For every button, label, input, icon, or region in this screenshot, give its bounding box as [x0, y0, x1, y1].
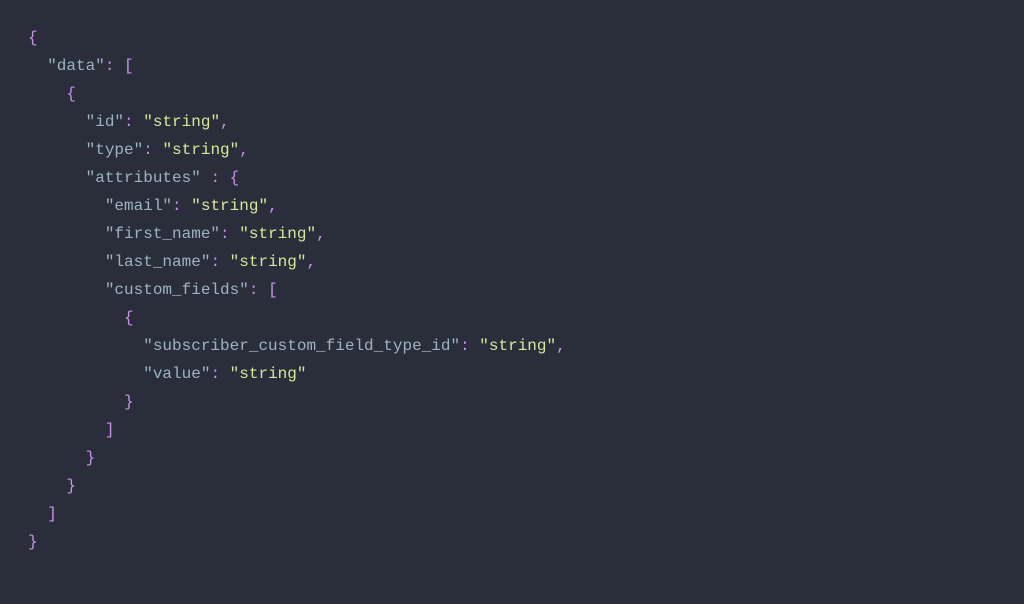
code-token: [201, 169, 211, 187]
code-token: {: [28, 29, 38, 47]
code-token: [28, 477, 66, 495]
code-token: :: [210, 169, 220, 187]
code-token: [28, 57, 47, 75]
code-token: ]: [105, 421, 115, 439]
code-token: ]: [47, 505, 57, 523]
code-token: "id": [86, 113, 124, 131]
code-token: [28, 421, 105, 439]
code-token: "string": [230, 365, 307, 383]
code-token: ,: [316, 225, 326, 243]
code-token: "value": [143, 365, 210, 383]
code-token: :: [460, 337, 470, 355]
code-token: [28, 309, 124, 327]
code-token: :: [105, 57, 115, 75]
code-token: [28, 505, 47, 523]
code-token: :: [124, 113, 134, 131]
code-token: [28, 253, 105, 271]
code-token: [28, 337, 143, 355]
code-token: }: [86, 449, 96, 467]
code-token: "first_name": [105, 225, 220, 243]
code-token: ,: [556, 337, 566, 355]
code-token: [28, 169, 86, 187]
code-token: [28, 141, 86, 159]
code-token: ,: [306, 253, 316, 271]
code-token: [153, 141, 163, 159]
code-token: [258, 281, 268, 299]
code-token: [28, 393, 124, 411]
code-token: {: [66, 85, 76, 103]
code-token: :: [249, 281, 259, 299]
code-token: "string": [230, 253, 307, 271]
code-token: :: [143, 141, 153, 159]
code-token: [: [268, 281, 278, 299]
code-token: "string": [162, 141, 239, 159]
code-token: [220, 253, 230, 271]
code-token: [114, 57, 124, 75]
code-token: [28, 85, 66, 103]
code-token: [28, 281, 105, 299]
code-token: [28, 113, 86, 131]
code-token: ,: [268, 197, 278, 215]
code-token: [28, 197, 105, 215]
code-token: "string": [239, 225, 316, 243]
code-token: "attributes": [86, 169, 201, 187]
code-token: {: [124, 309, 134, 327]
code-token: {: [230, 169, 240, 187]
code-token: }: [124, 393, 134, 411]
code-token: :: [220, 225, 230, 243]
code-token: [28, 365, 143, 383]
json-code-block: { "data": [ { "id": "string", "type": "s…: [28, 24, 996, 556]
code-token: }: [66, 477, 76, 495]
code-token: "custom_fields": [105, 281, 249, 299]
code-token: "type": [86, 141, 144, 159]
code-token: "data": [47, 57, 105, 75]
code-token: ,: [220, 113, 230, 131]
code-token: [182, 197, 192, 215]
code-token: "string": [143, 113, 220, 131]
code-token: [220, 169, 230, 187]
code-token: :: [210, 253, 220, 271]
code-token: [134, 113, 144, 131]
code-token: "subscriber_custom_field_type_id": [143, 337, 460, 355]
code-token: ,: [239, 141, 249, 159]
code-token: "string": [191, 197, 268, 215]
code-token: [220, 365, 230, 383]
code-token: "string": [479, 337, 556, 355]
code-token: }: [28, 533, 38, 551]
code-token: :: [210, 365, 220, 383]
code-token: [470, 337, 480, 355]
code-token: [230, 225, 240, 243]
code-token: "email": [105, 197, 172, 215]
code-token: :: [172, 197, 182, 215]
code-token: [28, 225, 105, 243]
code-token: "last_name": [105, 253, 211, 271]
code-token: [28, 449, 86, 467]
code-token: [: [124, 57, 134, 75]
